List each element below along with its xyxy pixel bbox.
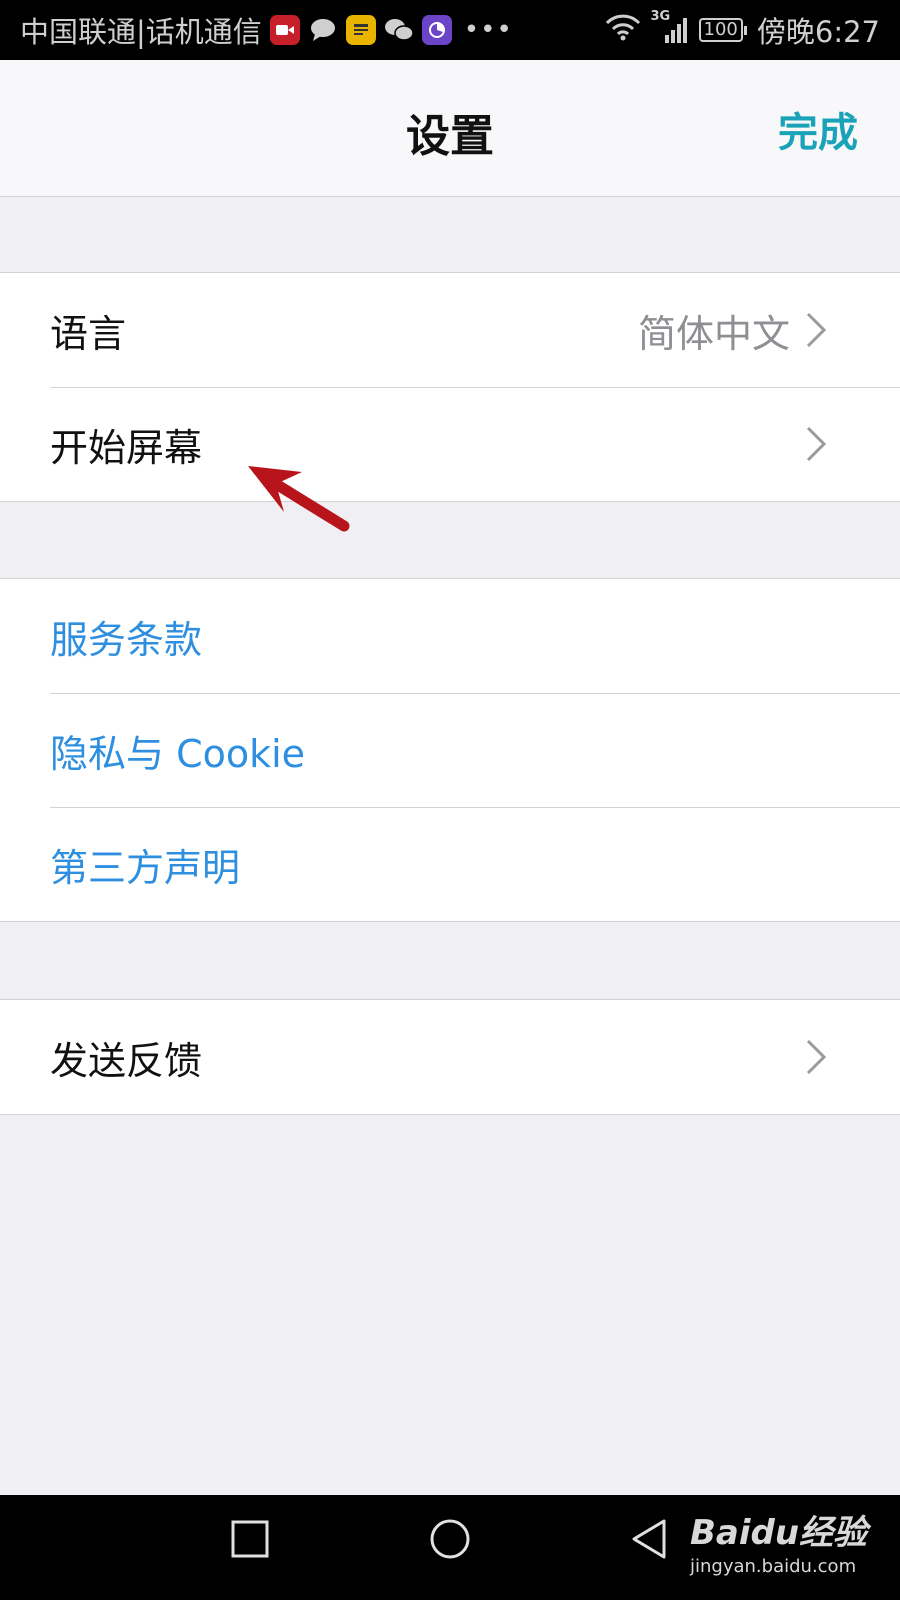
annotation-arrow-icon bbox=[248, 466, 350, 532]
battery-icon: 100 bbox=[698, 18, 748, 42]
language-label: 语言 bbox=[50, 311, 127, 356]
signal-icon: 3G bbox=[651, 9, 689, 45]
privacy-label: 隐私与 Cookie bbox=[50, 731, 306, 776]
terms-label: 服务条款 bbox=[50, 617, 203, 662]
app-notification-icon bbox=[421, 15, 452, 45]
third-party-notice-link[interactable]: 第三方声明 bbox=[0, 807, 900, 921]
recent-apps-icon[interactable] bbox=[230, 1519, 270, 1559]
privacy-cookie-link[interactable]: 隐私与 Cookie bbox=[0, 693, 900, 807]
network-type-label: 3G bbox=[650, 9, 671, 24]
feedback-label: 发送反馈 bbox=[50, 1038, 203, 1083]
video-call-icon bbox=[269, 15, 300, 45]
message-icon bbox=[308, 15, 338, 45]
wifi-icon bbox=[605, 13, 641, 48]
third-party-label: 第三方声明 bbox=[50, 845, 241, 890]
navigation-bar: 设置 完成 bbox=[0, 60, 900, 197]
chevron-right-icon bbox=[806, 312, 827, 348]
carrier-label: 中国联通|话机通信 bbox=[20, 15, 262, 49]
settings-group-feedback: 发送反馈 bbox=[0, 999, 900, 1115]
home-icon[interactable] bbox=[428, 1519, 472, 1563]
language-value: 简体中文 bbox=[637, 311, 790, 356]
wechat-icon bbox=[384, 15, 414, 45]
chevron-right-icon bbox=[806, 426, 827, 462]
system-navigation-bar: Baidu经验 jingyan.baidu.com bbox=[0, 1495, 900, 1600]
news-app-icon bbox=[345, 15, 376, 45]
send-feedback-row[interactable]: 发送反馈 bbox=[0, 1000, 900, 1114]
page-title: 设置 bbox=[406, 111, 494, 162]
watermark-logo: Baidu经验 jingyan.baidu.com bbox=[690, 1505, 867, 1577]
watermark-brand: Baidu经验 bbox=[690, 1513, 868, 1553]
start-screen-row[interactable]: 开始屏幕 bbox=[0, 387, 900, 501]
status-bar: 中国联通|话机通信 ••• 3G 100 傍晚6:27 bbox=[0, 0, 900, 60]
settings-group-general: 语言 简体中文 开始屏幕 bbox=[0, 272, 900, 502]
start-screen-label: 开始屏幕 bbox=[50, 425, 203, 470]
watermark-domain: jingyan.baidu.com bbox=[690, 1556, 857, 1577]
back-icon[interactable] bbox=[630, 1519, 670, 1563]
done-button[interactable]: 完成 bbox=[778, 100, 858, 158]
chevron-right-icon bbox=[806, 1039, 827, 1075]
language-row[interactable]: 语言 简体中文 bbox=[0, 273, 900, 387]
more-notifications-icon: ••• bbox=[463, 15, 513, 45]
settings-group-legal: 服务条款 隐私与 Cookie 第三方声明 bbox=[0, 578, 900, 922]
terms-of-service-link[interactable]: 服务条款 bbox=[0, 579, 900, 693]
status-time: 傍晚6:27 bbox=[756, 15, 880, 49]
